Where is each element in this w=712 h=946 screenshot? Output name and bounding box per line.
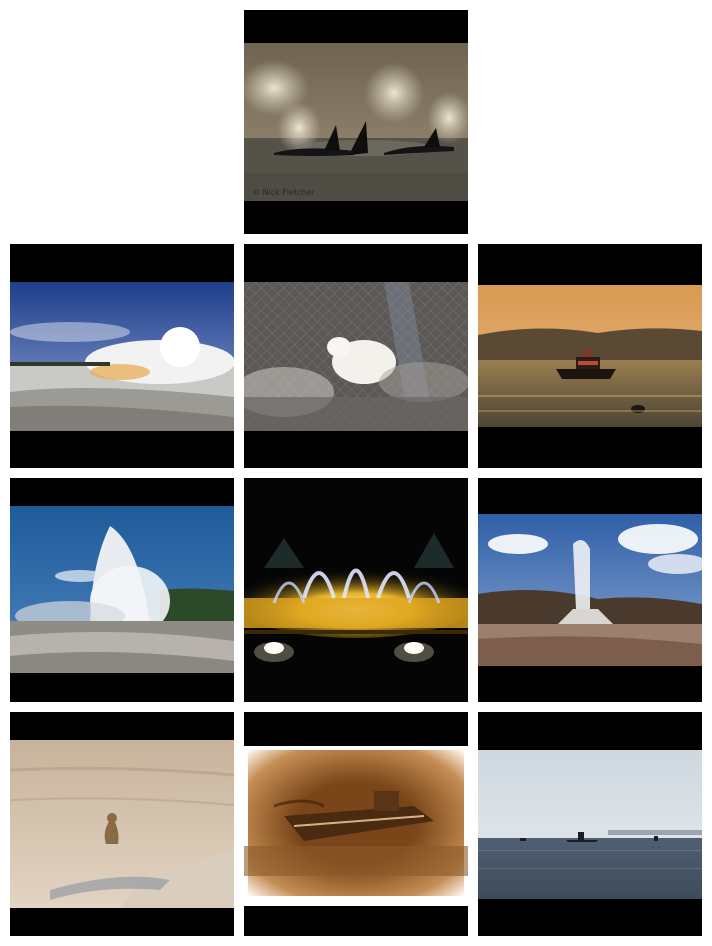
image-sepia-shipwreck[interactable] — [244, 712, 468, 936]
geyser-field-photo — [10, 282, 234, 431]
image-white-fox[interactable] — [244, 244, 468, 468]
image-geyser-steam-field[interactable] — [10, 244, 234, 468]
image-fountain-night[interactable] — [244, 478, 468, 702]
image-geyser-cone[interactable] — [478, 478, 702, 702]
coyote-photo — [10, 740, 234, 908]
fountain-photo — [244, 478, 468, 702]
geyser-cone-photo — [478, 514, 702, 666]
image-coyote-desert[interactable] — [10, 712, 234, 936]
image-orcas-geysers[interactable]: © Nick Fletcher — [244, 10, 468, 234]
image-geyser-eruption[interactable] — [10, 478, 234, 702]
fox-photo — [244, 282, 468, 431]
shipwreck-photo — [244, 746, 468, 906]
submarine-photo — [478, 750, 702, 899]
boat-photo — [478, 285, 702, 427]
orcas-photo — [244, 43, 468, 201]
image-submarine[interactable] — [478, 712, 702, 936]
image-boat-sunset[interactable] — [478, 244, 702, 468]
watermark: © Nick Fletcher — [252, 188, 315, 197]
geyser-eruption-photo — [10, 506, 234, 673]
